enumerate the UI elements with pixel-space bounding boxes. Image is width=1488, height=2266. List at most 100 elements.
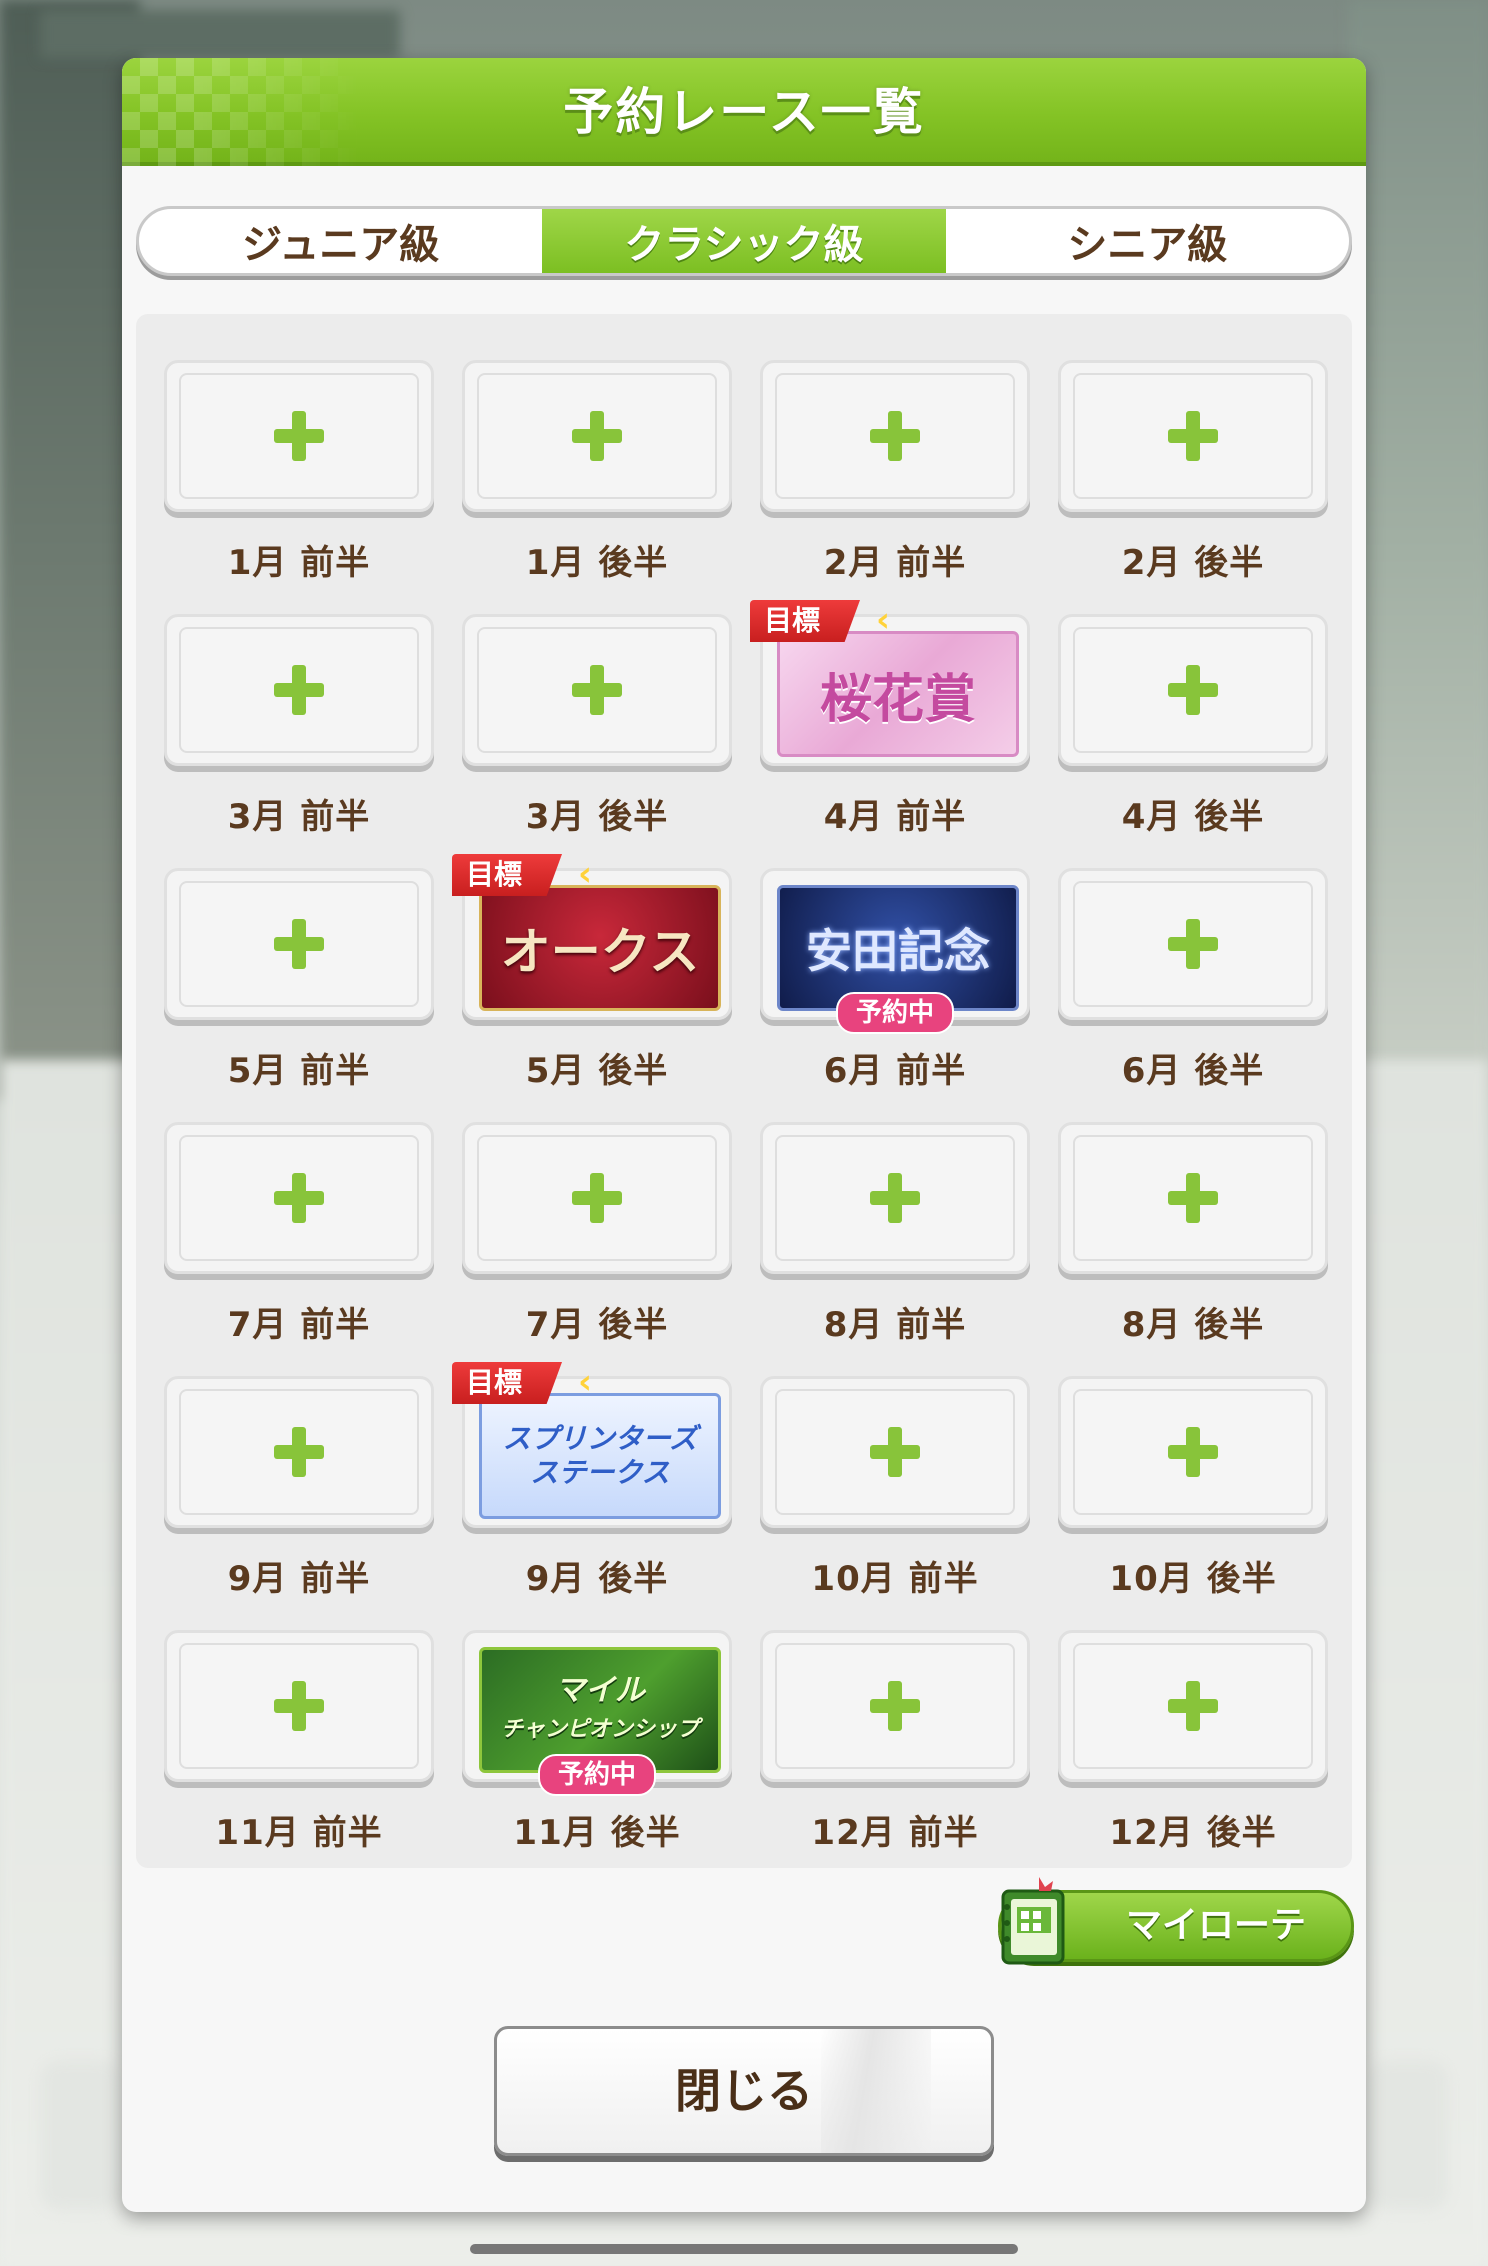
slot-cell: 10月 後半 [1058,1376,1328,1606]
plus-icon [274,1681,324,1731]
goal-chevron-icon: ‹ [876,600,891,640]
notebook-icon [1001,1877,1065,1965]
plus-icon [1168,1427,1218,1477]
slot-cell: 3月 前半 [164,614,434,844]
dialog-title: 予約レース一覧 [563,83,925,141]
my-rotation-label: マイローテ [1125,1905,1306,1946]
add-race-slot[interactable] [760,1376,1030,1528]
slot-cell: 桜花賞 目標 ‹ 4月 前半 [750,600,1030,844]
slot-label: 9月 後半 [525,1559,669,1599]
add-race-slot[interactable] [462,1122,732,1274]
tab-junior[interactable]: ジュニア級 [139,209,542,273]
goal-tag: 目標 [452,1362,563,1404]
slot-label: 2月 前半 [823,543,967,583]
slot-cell: 1月 後半 [462,360,732,590]
add-race-slot[interactable] [462,614,732,766]
slot-label: 12月 前半 [811,1813,979,1853]
plus-icon [274,1427,324,1477]
slot-cell: 3月 後半 [462,614,732,844]
race-grid: 1月 前半 1月 後半 2月 前半 2月 後半 3月 前半 3月 後半 桜花賞 [136,314,1352,1868]
slot-cell: 2月 後半 [1058,360,1328,590]
slot-label: 4月 後半 [1121,797,1265,837]
slot-label: 1月 後半 [525,543,669,583]
add-race-slot[interactable] [1058,1122,1328,1274]
slot-cell: 8月 前半 [760,1122,1030,1352]
plus-icon [1168,1173,1218,1223]
home-indicator[interactable] [470,2244,1018,2254]
background-sign [40,10,400,58]
slot-cell: 4月 後半 [1058,614,1328,844]
add-race-slot[interactable] [164,1630,434,1782]
add-race-slot[interactable] [1058,614,1328,766]
slot-label: 2月 後半 [1121,543,1265,583]
add-race-slot[interactable] [164,1376,434,1528]
background-left-blur [0,0,140,1100]
close-button[interactable]: 閉じる [494,2026,994,2156]
add-race-slot[interactable] [164,1122,434,1274]
add-race-slot[interactable] [1058,1630,1328,1782]
add-race-slot[interactable] [164,868,434,1020]
slot-label: 3月 前半 [227,797,371,837]
race-banner-title: スプリンターズ ステークス [503,1422,698,1490]
race-banner-oka-sho: 桜花賞 [777,631,1019,757]
race-banner-title: 桜花賞 [819,668,976,730]
plus-icon [572,665,622,715]
slot-cell: 6月 後半 [1058,868,1328,1098]
plus-icon [1168,1681,1218,1731]
background-right-blur [1348,0,1488,1100]
slot-label: 11月 前半 [215,1813,383,1853]
plus-icon [1168,411,1218,461]
reserved-race-dialog: 予約レース一覧 ジュニア級 クラシック級 シニア級 1月 前半 1月 後半 2月… [122,58,1366,2212]
dialog-header: 予約レース一覧 [122,58,1366,166]
add-race-slot[interactable] [760,1122,1030,1274]
slot-label: 7月 後半 [525,1305,669,1345]
slot-label: 1月 前半 [227,543,371,583]
goal-chevron-icon: ‹ [578,854,593,894]
slot-label: 7月 前半 [227,1305,371,1345]
tab-classic[interactable]: クラシック級 [542,209,946,273]
add-race-slot[interactable] [1058,868,1328,1020]
plus-icon [274,1173,324,1223]
slot-cell: 12月 前半 [760,1630,1030,1860]
race-banner-line1: スプリンターズ [502,1422,698,1455]
race-banner-oaks: オークス [479,885,721,1011]
reserved-badge: 予約中 [835,992,955,1034]
add-race-slot[interactable] [462,360,732,512]
slot-cell: 8月 後半 [1058,1122,1328,1352]
slot-label: 10月 後半 [1109,1559,1277,1599]
slot-label: 5月 後半 [525,1051,669,1091]
add-race-slot[interactable] [1058,1376,1328,1528]
plus-icon [1168,919,1218,969]
add-race-slot[interactable] [1058,360,1328,512]
plus-icon [274,919,324,969]
slot-cell: 7月 後半 [462,1122,732,1352]
reserved-badge: 予約中 [537,1754,657,1796]
add-race-slot[interactable] [164,360,434,512]
plus-icon [572,1173,622,1223]
add-race-slot[interactable] [760,1630,1030,1782]
slot-label: 10月 前半 [811,1559,979,1599]
plus-icon [1168,665,1218,715]
slot-label: 5月 前半 [227,1051,371,1091]
add-race-slot[interactable] [164,614,434,766]
class-tabs: ジュニア級 クラシック級 シニア級 [136,206,1352,276]
slot-cell: 7月 前半 [164,1122,434,1352]
slot-cell: 9月 前半 [164,1376,434,1606]
tab-senior[interactable]: シニア級 [946,209,1349,273]
add-race-slot[interactable] [760,360,1030,512]
plus-icon [870,1681,920,1731]
slot-cell: 2月 前半 [760,360,1030,590]
plus-icon [274,665,324,715]
race-banner-title: オークス [500,922,700,981]
my-rotation-button[interactable]: マイローテ [998,1877,1354,1965]
slot-cell: 5月 前半 [164,868,434,1098]
plus-icon [274,411,324,461]
goal-chevron-icon: ‹ [578,1362,593,1402]
slot-cell: マイル チャンピオンシップ 予約中 11月 後半 [462,1630,732,1860]
slot-label: 8月 後半 [1121,1305,1265,1345]
plus-icon [870,1427,920,1477]
slot-cell: オークス 目標 ‹ 5月 後半 [452,854,732,1098]
race-banner-line2: ステークス [530,1456,670,1489]
slot-label: 11月 後半 [513,1813,681,1853]
slot-cell: スプリンターズ ステークス 目標 ‹ 9月 後半 [452,1362,732,1606]
